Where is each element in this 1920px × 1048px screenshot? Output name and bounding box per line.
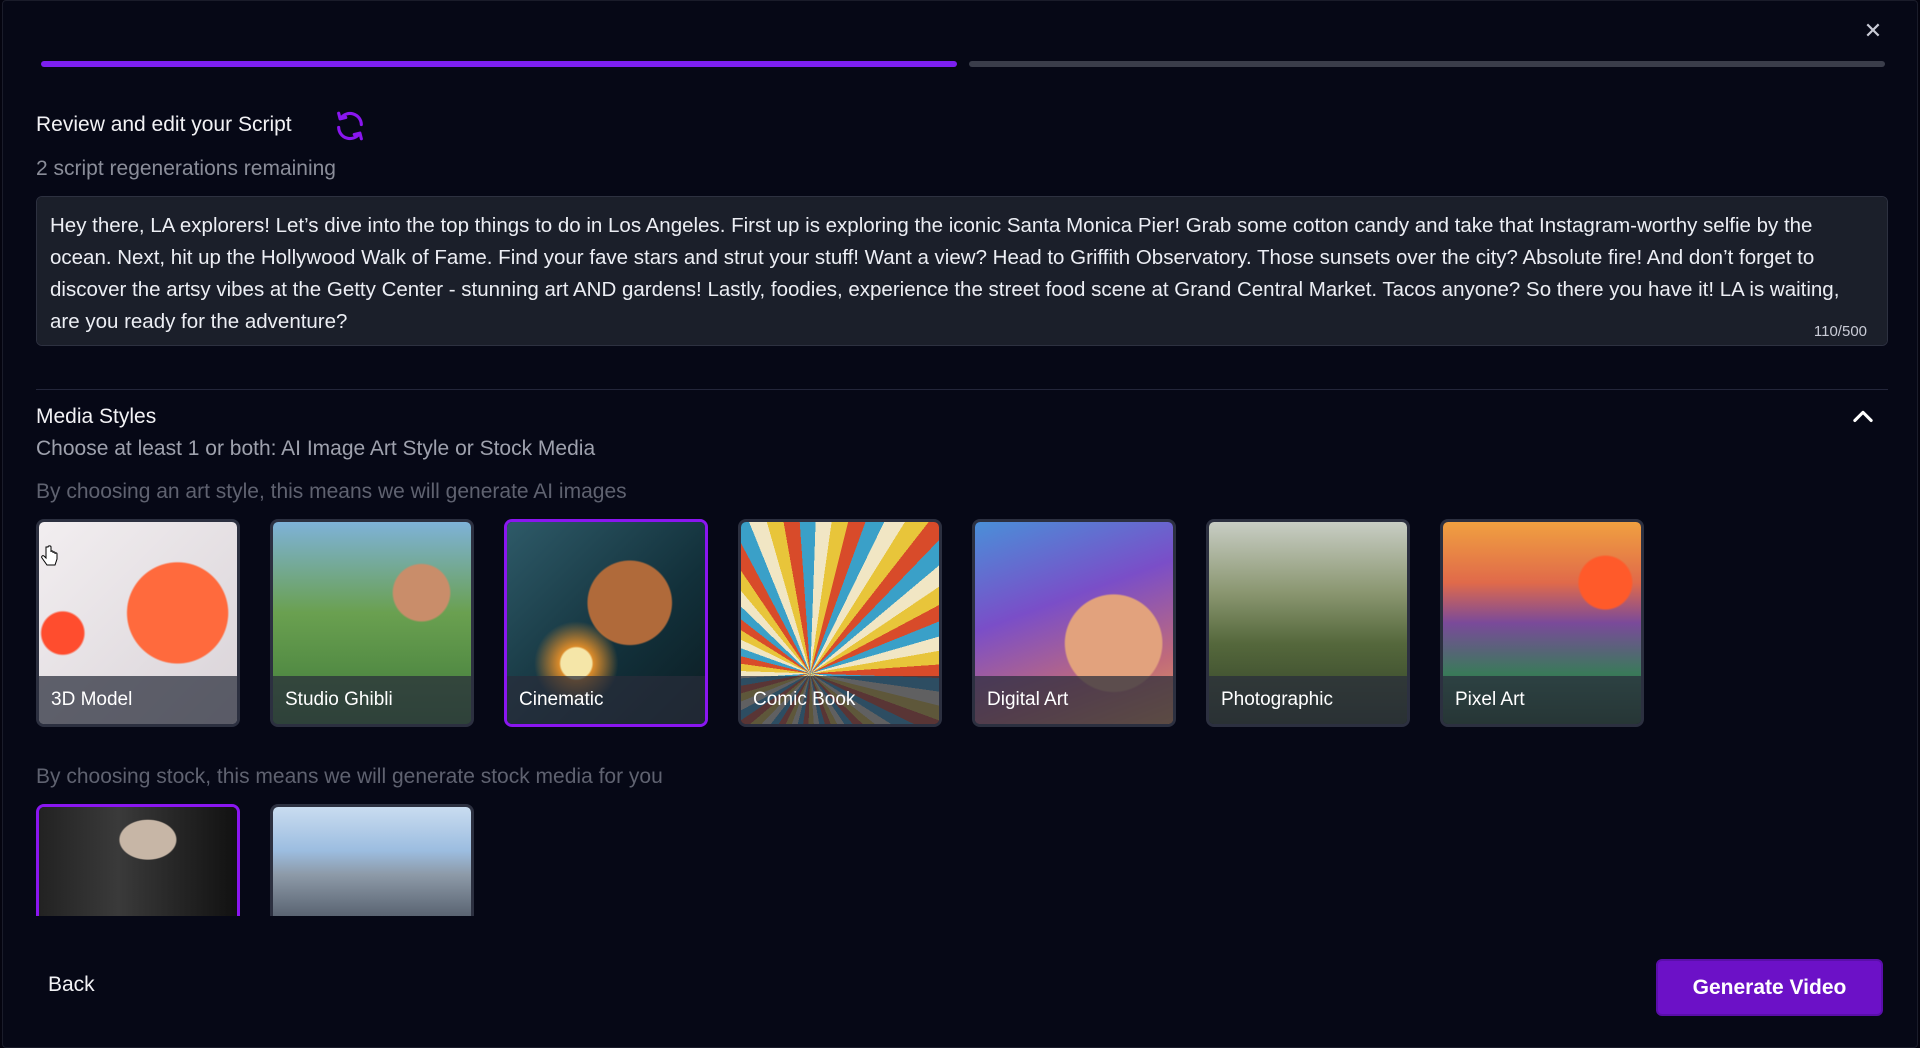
art-style-label: 3D Model: [39, 676, 237, 724]
stock-hint: By choosing stock, this means we will ge…: [36, 765, 663, 788]
hand-cursor-icon: [41, 545, 58, 566]
stock-image-tile[interactable]: [270, 804, 474, 916]
divider: [36, 389, 1888, 390]
progress-step-2: [969, 61, 1885, 67]
step-progress: [41, 61, 1885, 67]
chevron-up-icon[interactable]: [1849, 403, 1877, 431]
art-style-label: Studio Ghibli: [273, 676, 471, 724]
script-title: Review and edit your Script: [36, 113, 292, 136]
art-style-label: Cinematic: [507, 676, 705, 724]
art-style-cinematic[interactable]: Cinematic: [504, 519, 708, 727]
regenerations-remaining: 2 script regenerations remaining: [36, 157, 336, 180]
media-styles-subtitle: Choose at least 1 or both: AI Image Art …: [36, 437, 596, 460]
art-style-label: Digital Art: [975, 676, 1173, 724]
art-style-label: Pixel Art: [1443, 676, 1641, 724]
create-video-dialog: ✕ Review and edit your Script 2 script r…: [2, 0, 1918, 1048]
back-button[interactable]: Back: [48, 973, 95, 997]
script-textarea[interactable]: Hey there, LA explorers! Let’s dive into…: [36, 196, 1888, 346]
stock-media-list: [36, 804, 474, 916]
generate-video-button[interactable]: Generate Video: [1656, 959, 1883, 1016]
art-style-list: 3D Model Studio Ghibli Cinematic Comic B…: [36, 519, 1644, 727]
art-style-studio-ghibli[interactable]: Studio Ghibli: [270, 519, 474, 727]
art-style-label: Photographic: [1209, 676, 1407, 724]
close-icon[interactable]: ✕: [1861, 19, 1885, 43]
media-styles-title: Media Styles: [36, 405, 157, 428]
art-style-hint: By choosing an art style, this means we …: [36, 480, 627, 503]
art-style-photographic[interactable]: Photographic: [1206, 519, 1410, 727]
art-style-3d-model[interactable]: 3D Model: [36, 519, 240, 727]
stock-video-tile[interactable]: [36, 804, 240, 916]
art-style-comic-book[interactable]: Comic Book: [738, 519, 942, 727]
art-style-pixel-art[interactable]: Pixel Art: [1440, 519, 1644, 727]
art-style-digital-art[interactable]: Digital Art: [972, 519, 1176, 727]
progress-step-1: [41, 61, 957, 67]
refresh-icon[interactable]: [333, 109, 367, 143]
art-style-label: Comic Book: [741, 676, 939, 724]
character-counter: 110/500: [1813, 323, 1867, 340]
